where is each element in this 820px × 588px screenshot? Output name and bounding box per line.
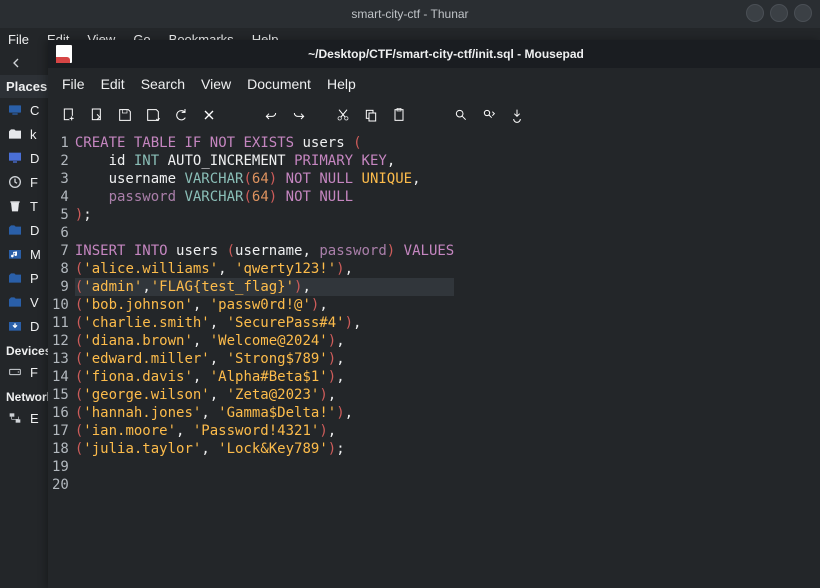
mousepad-toolbar [48, 100, 820, 134]
mousepad-app-icon [56, 45, 72, 63]
mp-menu-help[interactable]: Help [327, 76, 356, 92]
find-replace-icon[interactable] [478, 104, 500, 126]
code-line[interactable] [75, 224, 454, 242]
goto-icon[interactable] [506, 104, 528, 126]
place-label: E [30, 411, 39, 426]
mousepad-window: ~/Desktop/CTF/smart-city-ctf/init.sql - … [48, 40, 820, 588]
line-gutter: 1 2 3 4 5 6 7 8 91011121314151617181920 [48, 134, 75, 588]
code-line[interactable]: ); [75, 206, 454, 224]
reload-icon[interactable] [170, 104, 192, 126]
back-button[interactable] [6, 53, 26, 73]
place-label: P [30, 271, 39, 286]
place-label: M [30, 247, 41, 262]
save-as-icon[interactable] [142, 104, 164, 126]
new-file-icon[interactable] [58, 104, 80, 126]
mp-menu-file[interactable]: File [62, 76, 85, 92]
code-line[interactable]: CREATE TABLE IF NOT EXISTS users ( [75, 134, 454, 152]
mp-menu-search[interactable]: Search [141, 76, 185, 92]
code-line[interactable]: ('diana.brown', 'Welcome@2024'), [75, 332, 454, 350]
folder-blue-icon [6, 269, 24, 287]
mp-menu-edit[interactable]: Edit [101, 76, 125, 92]
code-line[interactable]: username VARCHAR(64) NOT NULL UNIQUE, [75, 170, 454, 188]
thunar-titlebar: smart-city-ctf - Thunar [0, 0, 820, 28]
code-line[interactable]: ('julia.taylor', 'Lock&Key789'); [75, 440, 454, 458]
place-label: C [30, 103, 39, 118]
computer-icon [6, 101, 24, 119]
code-line[interactable]: ('hannah.jones', 'Gamma$Delta!'), [75, 404, 454, 422]
thunar-title: smart-city-ctf - Thunar [351, 7, 468, 21]
open-file-icon[interactable] [86, 104, 108, 126]
network-icon [6, 409, 24, 427]
code-line[interactable] [75, 458, 454, 476]
code-line[interactable]: ('charlie.smith', 'SecurePass#4'), [75, 314, 454, 332]
save-icon[interactable] [114, 104, 136, 126]
drive-icon [6, 363, 24, 381]
mousepad-titlebar: ~/Desktop/CTF/smart-city-ctf/init.sql - … [48, 40, 820, 68]
place-label: T [30, 199, 38, 214]
code-line[interactable]: id INT AUTO_INCREMENT PRIMARY KEY, [75, 152, 454, 170]
code-line[interactable]: ('edward.miller', 'Strong$789'), [75, 350, 454, 368]
code-line[interactable]: ('george.wilson', 'Zeta@2023'), [75, 386, 454, 404]
trash-icon [6, 197, 24, 215]
code-line[interactable] [75, 476, 454, 494]
place-label: D [30, 223, 39, 238]
place-label: k [30, 127, 37, 142]
mp-menu-view[interactable]: View [201, 76, 231, 92]
editor-area[interactable]: 1 2 3 4 5 6 7 8 91011121314151617181920 … [48, 134, 820, 588]
folder-blue-icon [6, 293, 24, 311]
code-line[interactable]: ('bob.johnson', 'passw0rd!@'), [75, 296, 454, 314]
maximize-button[interactable] [770, 4, 788, 22]
thunar-menu-file[interactable]: File [8, 32, 29, 47]
downloads-icon [6, 317, 24, 335]
mousepad-title: ~/Desktop/CTF/smart-city-ctf/init.sql - … [80, 47, 812, 61]
cut-icon[interactable] [332, 104, 354, 126]
close-button[interactable] [794, 4, 812, 22]
code-line[interactable]: INSERT INTO users (username, password) V… [75, 242, 454, 260]
clock-icon [6, 173, 24, 191]
place-label: D [30, 319, 39, 334]
undo-icon[interactable] [260, 104, 282, 126]
place-label: V [30, 295, 39, 310]
code-area[interactable]: CREATE TABLE IF NOT EXISTS users ( id IN… [75, 134, 454, 588]
window-buttons [746, 4, 812, 22]
place-label: F [30, 175, 38, 190]
redo-icon[interactable] [288, 104, 310, 126]
music-icon [6, 245, 24, 263]
find-icon[interactable] [450, 104, 472, 126]
desktop-icon [6, 149, 24, 167]
copy-icon[interactable] [360, 104, 382, 126]
folder-home-icon [6, 125, 24, 143]
code-line[interactable]: ('ian.moore', 'Password!4321'), [75, 422, 454, 440]
code-line[interactable]: ('admin','FLAG{test_flag}'), [75, 278, 454, 296]
close-file-icon[interactable] [198, 104, 220, 126]
place-label: D [30, 151, 39, 166]
code-line[interactable]: ('alice.williams', 'qwerty123!'), [75, 260, 454, 278]
folder-blue-icon [6, 221, 24, 239]
code-line[interactable]: password VARCHAR(64) NOT NULL [75, 188, 454, 206]
place-label: F [30, 365, 38, 380]
minimize-button[interactable] [746, 4, 764, 22]
paste-icon[interactable] [388, 104, 410, 126]
mp-menu-document[interactable]: Document [247, 76, 311, 92]
mousepad-menubar: File Edit Search View Document Help [48, 68, 820, 100]
code-line[interactable]: ('fiona.davis', 'Alpha#Beta$1'), [75, 368, 454, 386]
